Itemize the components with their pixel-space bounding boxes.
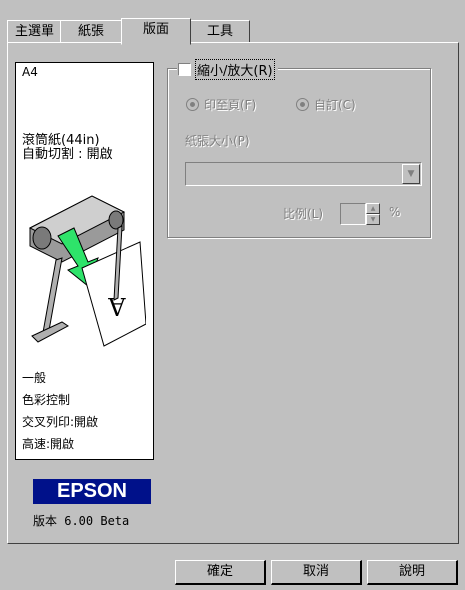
tab-layout[interactable]: 版面 [121, 18, 191, 45]
scale-spinner[interactable]: ▲ ▼ [366, 203, 380, 225]
radio-fit-page[interactable]: 印至頁(F) [186, 96, 256, 113]
tab-paper[interactable]: 紙張 [60, 20, 122, 43]
scale-label: 比例(L) [283, 207, 324, 221]
chevron-down-icon[interactable]: ▼ [402, 164, 420, 184]
setting-interleave: 交叉列印:開啟 [22, 415, 99, 429]
reduce-enlarge-checkbox[interactable] [178, 63, 191, 76]
radio-fit-page-label: 印至頁(F) [204, 98, 257, 112]
cancel-button[interactable]: 取消 [271, 560, 362, 585]
radio-custom[interactable]: 自訂(C) [296, 96, 356, 113]
radio-custom-label: 自訂(C) [314, 98, 356, 112]
help-button[interactable]: 說明 [367, 560, 458, 585]
reduce-enlarge-label: 縮小/放大(R) [195, 59, 275, 80]
preview-pane: A4 滾筒紙(44in) 自動切割 : 開啟 A 一般 色彩控制 交叉列印:開啟… [15, 62, 154, 460]
scale-unit: % [389, 205, 401, 219]
setting-highspeed: 高速:開啟 [22, 437, 75, 451]
setting-mode: 一般 [22, 371, 47, 385]
radio-fit-page-circle[interactable] [186, 98, 199, 111]
paper-size-text: A4 [22, 65, 38, 79]
epson-logo: EPSON [33, 479, 151, 504]
cancel-button-label: 取消 [302, 564, 329, 579]
ok-button[interactable]: 確定 [175, 560, 266, 585]
spin-up-icon[interactable]: ▲ [366, 203, 380, 214]
auto-cut-text: 自動切割 : 開啟 [22, 147, 113, 162]
radio-custom-circle[interactable] [296, 98, 309, 111]
reduce-enlarge-checkbox-row[interactable]: 縮小/放大(R) [177, 59, 278, 80]
spin-down-icon[interactable]: ▼ [366, 214, 380, 225]
paper-size-label: 紙張大小(P) [185, 134, 250, 148]
help-button-label: 說明 [398, 564, 425, 579]
paper-size-dropdown[interactable]: ▼ [185, 162, 422, 186]
setting-color: 色彩控制 [22, 393, 71, 407]
tab-tools-label: 工具 [206, 24, 233, 39]
tab-layout-label: 版面 [142, 22, 169, 37]
printer-illustration: A [28, 195, 146, 347]
tab-tools[interactable]: 工具 [190, 20, 250, 43]
tab-main[interactable]: 主選單 [7, 20, 62, 43]
version-text: 版本 6.00 Beta [33, 514, 130, 528]
scale-input[interactable] [340, 203, 366, 225]
tab-paper-label: 紙張 [77, 24, 104, 39]
ok-button-label: 確定 [206, 564, 233, 579]
tab-main-label: 主選單 [14, 24, 54, 39]
